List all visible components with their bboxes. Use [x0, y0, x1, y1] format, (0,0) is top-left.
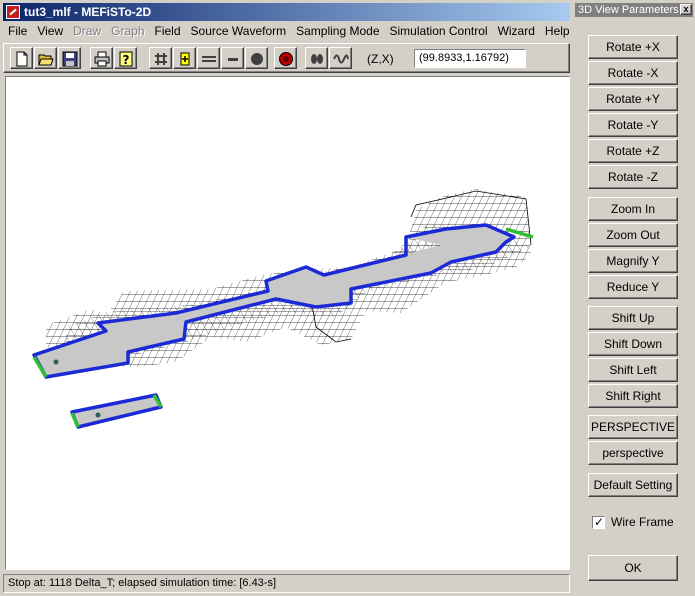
probe-button[interactable] [305, 47, 328, 69]
zoom-out-button[interactable]: Zoom Out [588, 223, 678, 247]
minus-button[interactable] [221, 47, 244, 69]
plus-source-icon [180, 52, 190, 66]
help-button[interactable]: ? [114, 47, 137, 69]
wireframe-label: Wire Frame [611, 515, 674, 529]
reduce-y-button[interactable]: Reduce Y [588, 275, 678, 299]
panel-title: 3D View Parameters [578, 4, 679, 16]
menu-sampling-mode[interactable]: Sampling Mode [291, 22, 384, 41]
probe-icon [311, 54, 323, 64]
menu-simulation-control[interactable]: Simulation Control [385, 22, 493, 41]
menu-help[interactable]: Help [540, 22, 575, 41]
zoom-in-button[interactable]: Zoom In [588, 197, 678, 221]
main-window: tut3_mlf - MEFiSTo-2D File View Draw Graph F… [0, 0, 573, 596]
save-disk-icon [62, 51, 78, 67]
record-button[interactable] [274, 47, 297, 69]
open-folder-icon [38, 54, 54, 66]
print-icon [94, 51, 110, 67]
menu-wizard[interactable]: Wizard [493, 22, 540, 41]
checkbox-checked-icon[interactable] [592, 515, 605, 530]
rotate-minus-x-button[interactable]: Rotate -X [588, 61, 678, 85]
coord-label: (Z,X) [367, 52, 394, 66]
3d-view-parameters-panel: 3D View Parameters x Rotate +X Rotate -X… [573, 0, 695, 596]
toolbar: ? (Z,X) (99.8933,1.16792) [3, 43, 570, 73]
menu-source-waveform[interactable]: Source Waveform [186, 22, 292, 41]
menu-graph[interactable]: Graph [106, 22, 149, 41]
svg-text:?: ? [123, 53, 130, 67]
record-icon [279, 52, 293, 66]
grid-icon [155, 53, 167, 65]
menu-file[interactable]: File [3, 22, 32, 41]
menu-bar: File View Draw Graph Field Source Waveform Sam… [3, 22, 570, 41]
rotate-plus-z-button[interactable]: Rotate +Z [588, 139, 678, 163]
shift-down-button[interactable]: Shift Down [588, 332, 678, 356]
save-button[interactable] [58, 47, 81, 69]
field-3d-view[interactable] [6, 77, 570, 570]
rotate-minus-y-button[interactable]: Rotate -Y [588, 113, 678, 137]
perspective-on-button[interactable]: PERSPECTIVE [588, 415, 678, 439]
circle-button[interactable] [245, 47, 268, 69]
print-button[interactable] [90, 47, 113, 69]
menu-field[interactable]: Field [150, 22, 186, 41]
status-bar: Stop at: 1118 Delta_T; elapsed simulatio… [3, 574, 570, 593]
shift-up-button[interactable]: Shift Up [588, 306, 678, 330]
shift-right-button[interactable]: Shift Right [588, 384, 678, 408]
circle-icon [251, 53, 263, 65]
waveform-button[interactable] [329, 47, 352, 69]
perspective-off-button[interactable]: perspective [588, 441, 678, 465]
source-button[interactable] [173, 47, 196, 69]
grid-button[interactable] [149, 47, 172, 69]
ok-button[interactable]: OK [588, 555, 678, 581]
menu-view[interactable]: View [32, 22, 68, 41]
wireframe-checkbox[interactable]: Wire Frame [592, 515, 674, 530]
3d-viewport[interactable] [5, 76, 570, 570]
minus-icon [228, 58, 238, 61]
title-bar[interactable]: tut3_mlf - MEFiSTo-2D [3, 3, 570, 21]
panel-title-bar[interactable]: 3D View Parameters x [575, 3, 693, 17]
new-file-icon [16, 51, 28, 67]
rotate-plus-x-button[interactable]: Rotate +X [588, 35, 678, 59]
rotate-plus-y-button[interactable]: Rotate +Y [588, 87, 678, 111]
open-button[interactable] [34, 47, 57, 69]
line-button[interactable] [197, 47, 220, 69]
status-text: Stop at: 1118 Delta_T; elapsed simulatio… [8, 577, 277, 589]
app-icon[interactable] [6, 5, 20, 19]
magnify-y-button[interactable]: Magnify Y [588, 249, 678, 273]
menu-draw[interactable]: Draw [68, 22, 106, 41]
window-title: tut3_mlf - MEFiSTo-2D [24, 5, 152, 19]
new-file-button[interactable] [10, 47, 33, 69]
rotate-minus-z-button[interactable]: Rotate -Z [588, 165, 678, 189]
shift-left-button[interactable]: Shift Left [588, 358, 678, 382]
close-icon[interactable]: x [680, 4, 692, 15]
coord-readout: (99.8933,1.16792) [414, 49, 526, 68]
default-setting-button[interactable]: Default Setting [588, 473, 678, 497]
help-question-icon: ? [119, 51, 133, 67]
waveform-icon [333, 54, 349, 64]
line-icon [202, 56, 216, 62]
